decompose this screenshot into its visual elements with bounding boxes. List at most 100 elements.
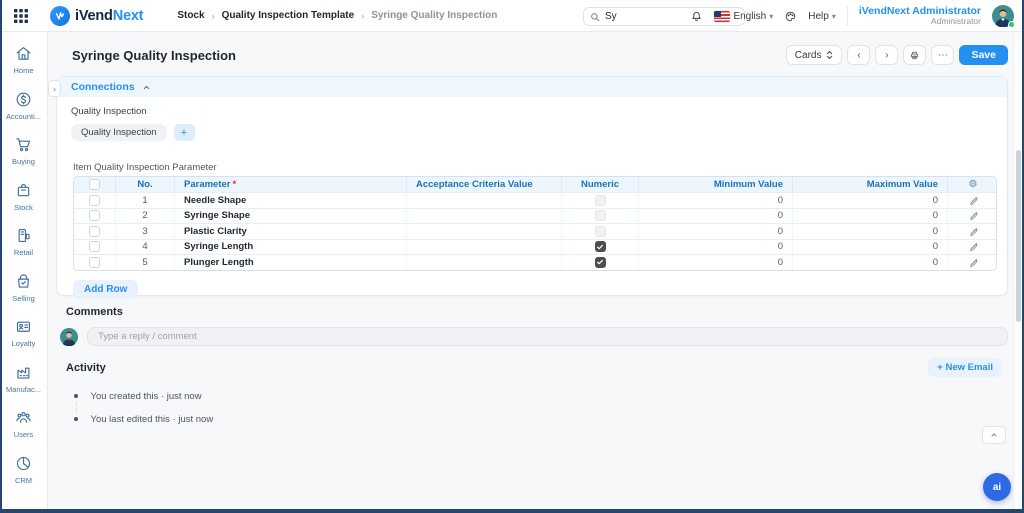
row-select-checkbox[interactable] [89, 257, 100, 268]
sidebar-item-label: Stock [14, 203, 33, 212]
ellipsis-icon: ⋯ [938, 50, 948, 61]
max-value-cell[interactable]: 0 [793, 209, 948, 224]
print-button[interactable] [903, 45, 926, 65]
comment-input[interactable] [87, 327, 1008, 346]
sidebar-item-stock[interactable]: Stock [0, 181, 47, 227]
acceptance-cell[interactable] [407, 255, 562, 270]
sidebar-expand-toggle[interactable]: › [48, 80, 61, 97]
row-number: 5 [116, 255, 175, 270]
user-menu[interactable]: iVendNext Administrator Administrator [859, 5, 981, 27]
row-select-checkbox[interactable] [89, 241, 100, 252]
add-connection-button[interactable]: + [174, 124, 195, 141]
comments-title: Comments [66, 306, 1008, 318]
more-options-button[interactable]: ⋯ [931, 45, 954, 65]
sidebar-item-home[interactable]: Home [0, 44, 47, 90]
us-flag-icon [714, 11, 730, 22]
max-value-cell[interactable]: 0 [793, 240, 948, 255]
parameter-cell[interactable]: Syringe Shape [175, 209, 407, 224]
grid-row[interactable]: 3Plastic Clarity00 [74, 223, 996, 239]
acceptance-cell[interactable] [407, 193, 562, 208]
numeric-checkbox[interactable] [595, 195, 606, 206]
next-record-button[interactable]: › [875, 45, 898, 65]
notifications-bell-icon[interactable] [690, 10, 703, 23]
numeric-checkbox[interactable] [595, 241, 606, 252]
accounting-icon [14, 90, 33, 109]
view-switcher-button[interactable]: Cards [786, 45, 843, 65]
sidebar: Home Accounti... Buying Stock Retail Selling L… [0, 32, 48, 513]
add-row-button[interactable]: Add Row [73, 280, 138, 299]
row-select-checkbox[interactable] [89, 210, 100, 221]
sidebar-item-label: Manufac... [6, 385, 41, 394]
edit-row-pencil-icon[interactable] [969, 258, 978, 267]
sidebar-item-label: CRM [15, 476, 32, 485]
acceptance-cell[interactable] [407, 240, 562, 255]
parameter-cell[interactable]: Needle Shape [175, 193, 407, 208]
sidebar-item-label: Buying [12, 157, 35, 166]
min-value-cell[interactable]: 0 [639, 209, 793, 224]
select-all-checkbox[interactable] [89, 179, 100, 190]
max-value-cell[interactable]: 0 [793, 255, 948, 270]
row-select-checkbox[interactable] [89, 226, 100, 237]
help-menu[interactable]: Help ▾ [808, 11, 836, 22]
sidebar-item-retail[interactable]: Retail [0, 226, 47, 272]
edit-row-pencil-icon[interactable] [969, 242, 978, 251]
users-icon [14, 408, 33, 427]
sidebar-item-label: Accounti... [6, 112, 41, 121]
comment-avatar [60, 328, 78, 346]
breadcrumb-item[interactable]: Quality Inspection Template [222, 10, 355, 21]
parameter-cell[interactable]: Plunger Length [175, 255, 407, 270]
sidebar-item-label: Users [14, 430, 34, 439]
max-value-cell[interactable]: 0 [793, 224, 948, 239]
prev-record-button[interactable]: ‹ [847, 45, 870, 65]
sidebar-item-manufac[interactable]: Manufac... [0, 363, 47, 409]
grid-row[interactable]: 5Plunger Length 00 [74, 254, 996, 270]
quality-inspection-link-pill[interactable]: Quality Inspection [71, 124, 167, 141]
sidebar-item-selling[interactable]: Selling [0, 272, 47, 318]
edit-row-pencil-icon[interactable] [969, 196, 978, 205]
numeric-checkbox[interactable] [595, 257, 606, 268]
activity-title: Activity [66, 362, 1008, 374]
scroll-to-top-button[interactable] [982, 426, 1006, 444]
sidebar-item-label: Selling [12, 294, 35, 303]
page-scrollbar[interactable] [1013, 32, 1022, 509]
max-value-cell[interactable]: 0 [793, 193, 948, 208]
min-value-cell[interactable]: 0 [639, 240, 793, 255]
grid-row[interactable]: 2Syringe Shape00 [74, 208, 996, 224]
new-email-button[interactable]: + New Email [928, 358, 1002, 377]
row-select-checkbox[interactable] [89, 195, 100, 206]
selling-icon [14, 272, 33, 291]
scrollbar-thumb[interactable] [1016, 150, 1022, 322]
ai-assistant-button[interactable]: ai [983, 473, 1011, 501]
language-menu[interactable]: English ▾ [714, 11, 773, 22]
parameter-cell[interactable]: Syringe Length [175, 240, 407, 255]
sidebar-item-crm[interactable]: CRM [0, 454, 47, 500]
sidebar-item-loyalty[interactable]: Loyalty [0, 317, 47, 363]
column-header-max: Maximum Value [793, 177, 948, 192]
sidebar-item-buying[interactable]: Buying [0, 135, 47, 181]
breadcrumb-item[interactable]: Stock [177, 10, 204, 21]
acceptance-cell[interactable] [407, 224, 562, 239]
grid-row[interactable]: 1Needle Shape00 [74, 192, 996, 208]
grid-settings-gear-icon[interactable]: ⚙ [969, 179, 978, 190]
apps-grid-icon[interactable] [14, 9, 28, 23]
min-value-cell[interactable]: 0 [639, 224, 793, 239]
numeric-checkbox[interactable] [595, 226, 606, 237]
edit-row-pencil-icon[interactable] [969, 227, 978, 236]
min-value-cell[interactable]: 0 [639, 193, 793, 208]
user-avatar[interactable] [992, 5, 1014, 27]
acceptance-cell[interactable] [407, 209, 562, 224]
app-logo[interactable]: iVendNext [50, 6, 143, 26]
parameter-cell[interactable]: Plastic Clarity [175, 224, 407, 239]
min-value-cell[interactable]: 0 [639, 255, 793, 270]
column-header-parameter: Parameter* [175, 177, 407, 192]
grid-row[interactable]: 4Syringe Length00 [74, 239, 996, 255]
logo-icon [50, 6, 70, 26]
connections-section-header[interactable]: Connections [57, 77, 1007, 97]
save-button[interactable]: Save [959, 45, 1008, 65]
sidebar-item-users[interactable]: Users [0, 408, 47, 454]
activity-connector [76, 402, 1009, 413]
theme-palette-icon[interactable] [784, 10, 797, 23]
sidebar-item-accounti[interactable]: Accounti... [0, 90, 47, 136]
edit-row-pencil-icon[interactable] [969, 211, 978, 220]
numeric-checkbox[interactable] [595, 210, 606, 221]
